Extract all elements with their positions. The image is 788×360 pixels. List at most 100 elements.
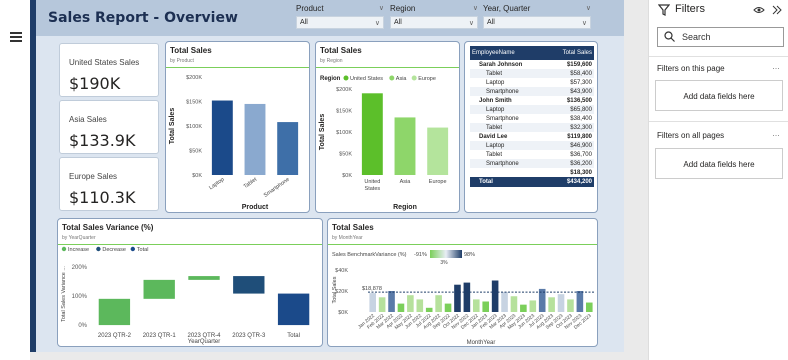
product-bar-chart: $0K $50K $100K $150K $200K Total Sales Laptop T… [169, 75, 299, 211]
bar [576, 291, 584, 312]
sales-variance-card[interactable]: Total Sales Variance (%) by YearQuarter … [57, 218, 323, 347]
legend-item: Increase [68, 247, 89, 253]
filters-search-input[interactable]: Search [657, 27, 784, 47]
y-tick-label: 200% [72, 265, 88, 271]
card-title: Total Sales [332, 223, 374, 232]
eye-icon[interactable] [753, 5, 765, 15]
sales-by-month-card[interactable]: Total Sales by MonthYear Sales Benchmark… [327, 218, 598, 347]
bar [394, 117, 416, 175]
filter-icon [658, 4, 670, 16]
bar [244, 103, 266, 175]
more-options-icon[interactable]: … [772, 129, 780, 138]
table-row[interactable]: David Lee $119,800 [470, 132, 594, 141]
sales-by-region-card[interactable]: Total Sales by Region $0K $50K $100K $150K $… [315, 41, 460, 213]
all-pages-filter-drop-zone[interactable]: Add data fields here [655, 148, 783, 179]
y-tick-label: $100K [336, 130, 352, 136]
year-quarter-slicer[interactable]: Year, Quarter ∨ All ∨ [483, 4, 591, 32]
card-title: Total Sales Variance (%) [62, 223, 154, 232]
x-axis-title: MonthYear [467, 340, 496, 346]
x-tick-label: Asia [400, 179, 412, 185]
table-row[interactable]: Tablet $36,700 [470, 150, 594, 159]
chevron-down-icon[interactable]: ∨ [473, 4, 478, 13]
row-value: $18,300 [570, 169, 592, 176]
table-row[interactable]: $18,300 [470, 168, 594, 177]
region-slicer[interactable]: Region ∨ All ∨ [390, 4, 478, 32]
chevron-down-icon[interactable]: ∨ [586, 4, 591, 13]
report-canvas: Sales Report - Overview Product ∨ All ∨ Re… [30, 0, 624, 352]
chevron-down-icon[interactable]: ∨ [379, 4, 384, 13]
x-tick-label: 2023 QTR-3 [232, 333, 266, 339]
row-label: Smartphone [486, 160, 519, 167]
legend-marker [130, 246, 135, 252]
slicer-value: All [394, 19, 402, 26]
row-label: Tablet [486, 124, 503, 131]
table-row[interactable]: Laptop $65,800 [470, 105, 594, 114]
bar [548, 297, 555, 312]
bar [472, 299, 480, 312]
row-label: Laptop [486, 79, 505, 86]
more-options-icon[interactable]: … [772, 62, 780, 71]
benchmark-color-scale [430, 250, 462, 258]
row-label: Tablet [486, 151, 503, 158]
table-row[interactable]: Tablet $32,300 [470, 123, 594, 132]
table-row[interactable]: Laptop $57,300 [470, 78, 594, 87]
kpi-card-asia[interactable]: Asia Sales $133.9K [59, 100, 159, 154]
y-tick-label: $100K [186, 124, 202, 130]
row-label: David Lee [479, 133, 508, 140]
bar [454, 284, 461, 312]
table-row[interactable]: Smartphone $38,400 [470, 114, 594, 123]
accent-stripe [30, 0, 36, 352]
y-tick-label: $150K [186, 100, 202, 106]
row-value: $65,800 [570, 106, 592, 113]
table-row[interactable]: Sarah Johnson $159,600 [470, 60, 594, 69]
bar [444, 303, 452, 312]
chevron-down-icon[interactable]: ∨ [582, 19, 587, 27]
row-label: Smartphone [486, 88, 519, 95]
kpi-label: United States Sales [69, 58, 140, 67]
x-tick-label: Europe [429, 179, 447, 185]
kpi-label: Europe Sales [69, 172, 118, 181]
legend-marker [96, 246, 101, 252]
y-tick-label: 0% [78, 323, 87, 329]
bar [463, 282, 471, 312]
y-tick-label: $150K [336, 109, 352, 115]
card-divider [328, 244, 597, 245]
table-row[interactable]: John Smith $136,500 [470, 96, 594, 105]
column-header[interactable]: Total Sales [563, 50, 592, 56]
sales-by-product-card[interactable]: Total Sales by Product $0K $50K $100K $150K… [165, 41, 310, 213]
row-label: John Smith [479, 97, 512, 104]
bar [482, 301, 490, 312]
benchmark-min-label: -91% [414, 252, 427, 258]
benchmark-max-label: 98% [464, 252, 475, 258]
chevron-down-icon[interactable]: ∨ [375, 19, 380, 27]
chevron-down-icon[interactable]: ∨ [469, 19, 474, 27]
nav-pane [0, 0, 30, 360]
hamburger-menu-icon[interactable] [10, 32, 22, 42]
kpi-card-europe[interactable]: Europe Sales $110.3K [59, 157, 159, 211]
row-label: Laptop [486, 142, 505, 149]
product-slicer[interactable]: Product ∨ All ∨ [296, 4, 384, 32]
table-row[interactable]: Smartphone $36,200 [470, 159, 594, 168]
card-subtitle: by YearQuarter [62, 235, 96, 241]
legend-marker [411, 75, 417, 81]
kpi-card-us[interactable]: United States Sales $190K [59, 43, 159, 97]
x-tick-label: 2023 QTR-1 [143, 333, 177, 339]
table-row[interactable]: Tablet $58,400 [470, 69, 594, 78]
row-value: $159,600 [566, 61, 592, 68]
page-filter-drop-zone[interactable]: Add data fields here [655, 80, 783, 111]
column-header[interactable]: EmployeeName [472, 50, 515, 56]
employee-sales-table-card[interactable]: EmployeeName Total Sales Sarah Johnson $159… [464, 41, 598, 213]
bar [425, 307, 433, 312]
table-row[interactable]: Laptop $46,900 [470, 141, 594, 150]
bar [397, 303, 405, 312]
x-axis-title: YearQuarter [188, 339, 220, 345]
table-row[interactable]: Smartphone $43,900 [470, 87, 594, 96]
filters-title: Filters [675, 3, 705, 15]
bar [388, 291, 395, 312]
slicer-label: Product [296, 4, 324, 13]
row-value: $46,900 [570, 142, 592, 149]
collapse-pane-icon[interactable] [772, 5, 782, 15]
employee-sales-table[interactable]: EmployeeName Total Sales Sarah Johnson $159… [470, 46, 594, 187]
bar [277, 122, 299, 175]
waterfall-bar [188, 276, 220, 280]
